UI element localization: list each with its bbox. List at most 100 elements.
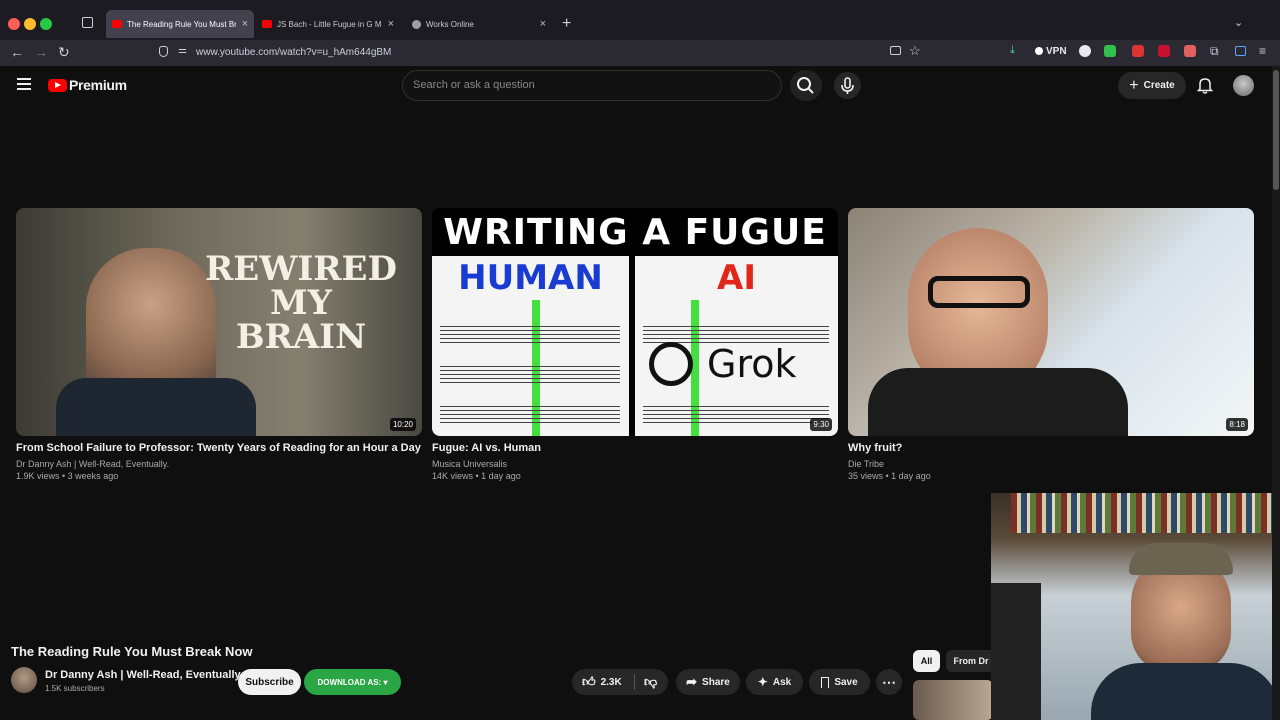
microphone-icon (841, 77, 854, 94)
download-as-button[interactable]: DOWNLOAD AS: ▾ (304, 669, 401, 695)
youtube-premium-logo[interactable]: Premium (69, 77, 127, 93)
video-thumbnail-1[interactable]: REWIRED MY BRAIN 10:20 (16, 208, 422, 436)
voice-search-button[interactable] (834, 72, 861, 99)
vpn-label[interactable]: VPN (1046, 46, 1067, 57)
extension-grid-icon[interactable] (1184, 45, 1196, 57)
staff-lines (440, 326, 620, 327)
tab-list-chevron-icon[interactable]: ⌄ (1234, 16, 1243, 29)
extensions-puzzle-icon[interactable]: ⧉ (1210, 44, 1219, 59)
duration-badge: 10:20 (389, 418, 416, 431)
sweater-shape (56, 378, 256, 436)
thumbnail-overlay-text: REWIRED MY BRAIN (205, 249, 397, 357)
duration-badge: 8:18 (1226, 418, 1248, 431)
extension-c-icon[interactable] (1079, 45, 1091, 57)
shield-icon[interactable] (159, 46, 168, 57)
related-video-thumbnail[interactable] (913, 680, 993, 720)
search-icon (797, 77, 814, 94)
grok-label: Grok (707, 342, 797, 386)
like-dislike-group: 👍︎ 2.3K 👎︎ (572, 669, 668, 695)
ai-panel: AI Grok (635, 256, 838, 436)
menu-hamburger-icon[interactable]: ≡ (1259, 44, 1266, 58)
chip-from-channel[interactable]: From Dr (946, 650, 996, 672)
duration-badge: 9:30 (810, 418, 832, 431)
sidebar-toggle-icon[interactable] (1235, 46, 1246, 56)
subscriber-count: 1.5K subscribers (45, 684, 105, 693)
close-tab-icon[interactable]: × (388, 18, 394, 30)
glasses-shape (928, 276, 1030, 308)
globe-favicon-icon (412, 19, 421, 29)
extension-red-badge-icon[interactable] (1132, 45, 1144, 57)
adblock-icon[interactable] (1158, 45, 1170, 57)
more-actions-icon[interactable]: ⋯ (876, 669, 902, 695)
save-button[interactable]: Save (809, 669, 870, 695)
youtube-favicon-icon (112, 20, 122, 28)
thumbs-down-icon[interactable]: 👎︎ (644, 674, 657, 690)
bookshelf-image (1011, 493, 1280, 533)
reload-icon[interactable]: ↻ (58, 44, 70, 61)
guide-menu-icon[interactable] (17, 78, 31, 90)
shirt-shape (1091, 663, 1280, 720)
video-meta-1: 1.9K views • 3 weeks ago (16, 471, 119, 481)
current-video-title: The Reading Rule You Must Break Now (11, 644, 253, 659)
youtube-favicon-icon (262, 20, 272, 28)
address-bar[interactable]: www.youtube.com/watch?v=u_hAm644gBM (196, 47, 391, 58)
search-button[interactable] (790, 70, 822, 101)
close-window-button[interactable] (8, 18, 20, 30)
tab-reading-rule[interactable]: The Reading Rule You Must Break Now × (106, 10, 254, 38)
video-title-3[interactable]: Why fruit? (848, 442, 902, 454)
video-thumbnail-3[interactable]: 8:18 (848, 208, 1254, 436)
shirt-shape (868, 368, 1128, 436)
playhead-green (532, 300, 540, 436)
bookmark-star-icon[interactable]: ☆ (909, 43, 921, 59)
video-channel-1[interactable]: Dr Danny Ash | Well-Read, Eventually. (16, 459, 169, 469)
chip-all[interactable]: All (913, 650, 940, 672)
back-arrow-icon[interactable]: ← (10, 44, 24, 60)
bookmark-icon (821, 676, 830, 688)
share-button[interactable]: ➦ Share (676, 669, 740, 695)
video-meta-3: 35 views • 1 day ago (848, 471, 931, 481)
create-button[interactable]: + Create (1118, 72, 1186, 99)
search-placeholder: Search or ask a question (413, 79, 535, 91)
tab-works-online[interactable]: Works Online × (406, 10, 552, 38)
staff-lines (643, 326, 829, 327)
download-icon[interactable]: ⤓ (1010, 44, 1015, 57)
subscribe-button[interactable]: Subscribe (238, 669, 301, 695)
minimize-window-button[interactable] (24, 18, 36, 30)
channel-avatar[interactable] (11, 667, 37, 693)
avatar[interactable] (1233, 75, 1254, 96)
channel-name[interactable]: Dr Danny Ash | Well-Read, Eventually. (45, 669, 243, 681)
thumbs-up-icon[interactable]: 👍︎ (582, 674, 596, 690)
scrollbar-thumb[interactable] (1273, 70, 1279, 190)
new-tab-icon[interactable]: + (562, 15, 571, 33)
like-count[interactable]: 2.3K (601, 677, 622, 688)
close-tab-icon[interactable]: × (540, 18, 546, 30)
close-tab-icon[interactable]: × (242, 18, 248, 30)
picture-in-picture-icon[interactable] (890, 46, 901, 55)
maximize-window-button[interactable] (40, 18, 52, 30)
extension-green-icon[interactable] (1104, 45, 1116, 57)
cap-shape (1129, 543, 1233, 575)
ai-label: AI (717, 258, 756, 298)
human-panel: HUMAN (432, 256, 629, 436)
video-channel-2[interactable]: Musica Universalis (432, 459, 507, 469)
forward-arrow-icon[interactable]: → (34, 44, 48, 60)
video-meta-2: 14K views • 1 day ago (432, 471, 521, 481)
divider (634, 674, 635, 690)
video-channel-3[interactable]: Die Tribe (848, 459, 884, 469)
video-thumbnail-2[interactable]: WRITING A FUGUE HUMAN AI Grok 9:30 (432, 208, 838, 436)
desk-equipment-shape (991, 583, 1041, 720)
site-settings-icon[interactable]: ⚌ (178, 45, 187, 56)
plus-icon: + (1129, 76, 1139, 94)
ask-button[interactable]: ✦ Ask (746, 669, 803, 695)
fugue-heading: WRITING A FUGUE (443, 212, 827, 253)
video-title-2[interactable]: Fugue: AI vs. Human (432, 442, 541, 454)
tab-js-bach[interactable]: JS Bach - Little Fugue in G Minor × (256, 10, 400, 38)
video-title-1[interactable]: From School Failure to Professor: Twenty… (16, 442, 421, 454)
vpn-icon (1035, 47, 1043, 55)
grok-logo-icon (649, 342, 693, 386)
youtube-logo-icon[interactable] (48, 79, 67, 92)
share-arrow-icon: ➦ (686, 674, 698, 689)
notifications-bell-icon[interactable] (1196, 76, 1214, 99)
sparkle-icon: ✦ (757, 675, 768, 689)
tab-overview-icon[interactable] (82, 17, 93, 28)
